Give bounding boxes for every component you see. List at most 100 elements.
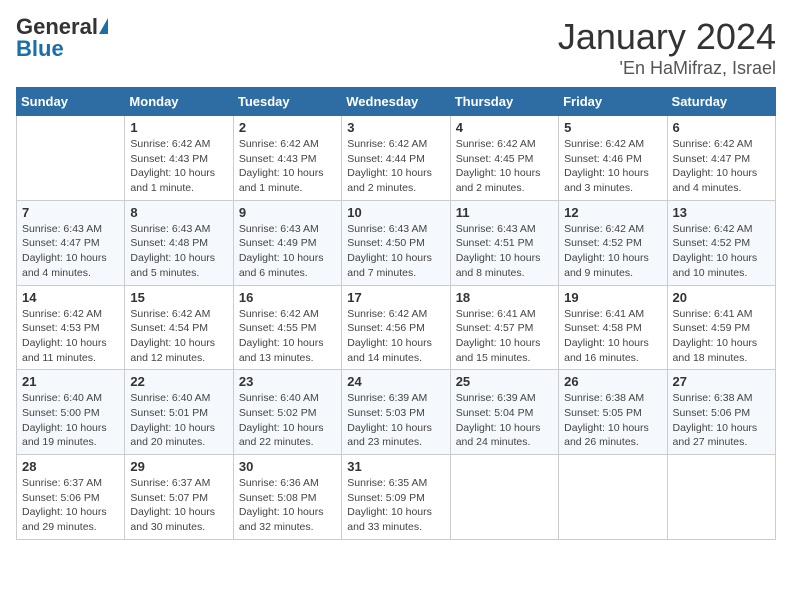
day-number: 21 (22, 374, 119, 389)
calendar-cell: 9 Sunrise: 6:43 AMSunset: 4:49 PMDaylight… (233, 200, 341, 285)
calendar-cell: 11 Sunrise: 6:43 AMSunset: 4:51 PMDayligh… (450, 200, 558, 285)
calendar-cell (559, 455, 667, 540)
calendar-cell: 26 Sunrise: 6:38 AMSunset: 5:05 PMDayligh… (559, 370, 667, 455)
day-info: Sunrise: 6:42 AMSunset: 4:43 PMDaylight:… (130, 137, 227, 196)
day-number: 11 (456, 205, 553, 220)
day-info: Sunrise: 6:43 AMSunset: 4:49 PMDaylight:… (239, 222, 336, 281)
day-number: 5 (564, 120, 661, 135)
day-number: 14 (22, 290, 119, 305)
calendar-title: January 2024 (558, 16, 776, 58)
calendar-cell: 27 Sunrise: 6:38 AMSunset: 5:06 PMDayligh… (667, 370, 775, 455)
day-number: 13 (673, 205, 770, 220)
calendar-cell: 18 Sunrise: 6:41 AMSunset: 4:57 PMDayligh… (450, 285, 558, 370)
calendar-cell: 6 Sunrise: 6:42 AMSunset: 4:47 PMDaylight… (667, 116, 775, 201)
day-info: Sunrise: 6:40 AMSunset: 5:02 PMDaylight:… (239, 391, 336, 450)
day-number: 22 (130, 374, 227, 389)
day-info: Sunrise: 6:42 AMSunset: 4:53 PMDaylight:… (22, 307, 119, 366)
calendar-cell: 7 Sunrise: 6:43 AMSunset: 4:47 PMDaylight… (17, 200, 125, 285)
day-info: Sunrise: 6:37 AMSunset: 5:06 PMDaylight:… (22, 476, 119, 535)
calendar-cell (17, 116, 125, 201)
calendar-header: SundayMondayTuesdayWednesdayThursdayFrid… (17, 88, 776, 116)
day-number: 7 (22, 205, 119, 220)
week-row-1: 1Sunrise: 6:42 AMSunset: 4:43 PMDaylight… (17, 116, 776, 201)
day-number: 2 (239, 120, 336, 135)
day-number: 28 (22, 459, 119, 474)
calendar-cell: 12Sunrise: 6:42 AMSunset: 4:52 PMDayligh… (559, 200, 667, 285)
calendar-cell (450, 455, 558, 540)
header-day-thursday: Thursday (450, 88, 558, 116)
day-info: Sunrise: 6:43 AMSunset: 4:48 PMDaylight:… (130, 222, 227, 281)
calendar-cell: 2 Sunrise: 6:42 AMSunset: 4:43 PMDaylight… (233, 116, 341, 201)
calendar-cell: 16Sunrise: 6:42 AMSunset: 4:55 PMDayligh… (233, 285, 341, 370)
day-number: 24 (347, 374, 444, 389)
logo-blue-text: Blue (16, 38, 64, 60)
calendar-cell: 13 Sunrise: 6:42 AMSunset: 4:52 PMDayligh… (667, 200, 775, 285)
day-number: 12 (564, 205, 661, 220)
calendar-body: 1Sunrise: 6:42 AMSunset: 4:43 PMDaylight… (17, 116, 776, 540)
logo-general-text: General (16, 16, 98, 38)
day-info: Sunrise: 6:36 AMSunset: 5:08 PMDaylight:… (239, 476, 336, 535)
day-number: 31 (347, 459, 444, 474)
calendar-cell: 5 Sunrise: 6:42 AMSunset: 4:46 PMDaylight… (559, 116, 667, 201)
day-info: Sunrise: 6:40 AMSunset: 5:00 PMDaylight:… (22, 391, 119, 450)
day-number: 8 (130, 205, 227, 220)
calendar-cell: 14 Sunrise: 6:42 AMSunset: 4:53 PMDayligh… (17, 285, 125, 370)
calendar-cell: 24 Sunrise: 6:39 AMSunset: 5:03 PMDayligh… (342, 370, 450, 455)
day-number: 16 (239, 290, 336, 305)
week-row-2: 7 Sunrise: 6:43 AMSunset: 4:47 PMDaylight… (17, 200, 776, 285)
day-number: 27 (673, 374, 770, 389)
day-info: Sunrise: 6:39 AMSunset: 5:03 PMDaylight:… (347, 391, 444, 450)
calendar-table: SundayMondayTuesdayWednesdayThursdayFrid… (16, 87, 776, 540)
day-info: Sunrise: 6:42 AMSunset: 4:43 PMDaylight:… (239, 137, 336, 196)
day-number: 3 (347, 120, 444, 135)
day-number: 30 (239, 459, 336, 474)
day-number: 23 (239, 374, 336, 389)
day-number: 10 (347, 205, 444, 220)
day-info: Sunrise: 6:42 AMSunset: 4:46 PMDaylight:… (564, 137, 661, 196)
calendar-cell: 21 Sunrise: 6:40 AMSunset: 5:00 PMDayligh… (17, 370, 125, 455)
day-number: 20 (673, 290, 770, 305)
day-number: 17 (347, 290, 444, 305)
day-number: 26 (564, 374, 661, 389)
header-row: SundayMondayTuesdayWednesdayThursdayFrid… (17, 88, 776, 116)
day-number: 29 (130, 459, 227, 474)
day-info: Sunrise: 6:43 AMSunset: 4:47 PMDaylight:… (22, 222, 119, 281)
day-number: 6 (673, 120, 770, 135)
calendar-subtitle: 'En HaMifraz, Israel (558, 58, 776, 79)
day-info: Sunrise: 6:38 AMSunset: 5:06 PMDaylight:… (673, 391, 770, 450)
day-info: Sunrise: 6:40 AMSunset: 5:01 PMDaylight:… (130, 391, 227, 450)
day-number: 15 (130, 290, 227, 305)
calendar-cell (667, 455, 775, 540)
day-info: Sunrise: 6:42 AMSunset: 4:44 PMDaylight:… (347, 137, 444, 196)
calendar-cell: 15 Sunrise: 6:42 AMSunset: 4:54 PMDayligh… (125, 285, 233, 370)
day-info: Sunrise: 6:41 AMSunset: 4:58 PMDaylight:… (564, 307, 661, 366)
day-info: Sunrise: 6:37 AMSunset: 5:07 PMDaylight:… (130, 476, 227, 535)
calendar-cell: 17 Sunrise: 6:42 AMSunset: 4:56 PMDayligh… (342, 285, 450, 370)
day-info: Sunrise: 6:42 AMSunset: 4:47 PMDaylight:… (673, 137, 770, 196)
calendar-cell: 25Sunrise: 6:39 AMSunset: 5:04 PMDayligh… (450, 370, 558, 455)
day-info: Sunrise: 6:43 AMSunset: 4:51 PMDaylight:… (456, 222, 553, 281)
week-row-5: 28 Sunrise: 6:37 AMSunset: 5:06 PMDayligh… (17, 455, 776, 540)
calendar-cell: 28 Sunrise: 6:37 AMSunset: 5:06 PMDayligh… (17, 455, 125, 540)
calendar-cell: 20Sunrise: 6:41 AMSunset: 4:59 PMDayligh… (667, 285, 775, 370)
header-day-monday: Monday (125, 88, 233, 116)
day-number: 25 (456, 374, 553, 389)
calendar-cell: 22 Sunrise: 6:40 AMSunset: 5:01 PMDayligh… (125, 370, 233, 455)
day-info: Sunrise: 6:42 AMSunset: 4:54 PMDaylight:… (130, 307, 227, 366)
day-info: Sunrise: 6:38 AMSunset: 5:05 PMDaylight:… (564, 391, 661, 450)
day-info: Sunrise: 6:42 AMSunset: 4:45 PMDaylight:… (456, 137, 553, 196)
day-number: 9 (239, 205, 336, 220)
header-day-tuesday: Tuesday (233, 88, 341, 116)
day-number: 4 (456, 120, 553, 135)
day-info: Sunrise: 6:42 AMSunset: 4:56 PMDaylight:… (347, 307, 444, 366)
day-number: 18 (456, 290, 553, 305)
week-row-3: 14 Sunrise: 6:42 AMSunset: 4:53 PMDayligh… (17, 285, 776, 370)
day-number: 19 (564, 290, 661, 305)
title-block: January 2024 'En HaMifraz, Israel (558, 16, 776, 79)
day-info: Sunrise: 6:41 AMSunset: 4:57 PMDaylight:… (456, 307, 553, 366)
day-info: Sunrise: 6:43 AMSunset: 4:50 PMDaylight:… (347, 222, 444, 281)
header-day-friday: Friday (559, 88, 667, 116)
header-day-sunday: Sunday (17, 88, 125, 116)
day-info: Sunrise: 6:42 AMSunset: 4:52 PMDaylight:… (673, 222, 770, 281)
calendar-cell: 10 Sunrise: 6:43 AMSunset: 4:50 PMDayligh… (342, 200, 450, 285)
